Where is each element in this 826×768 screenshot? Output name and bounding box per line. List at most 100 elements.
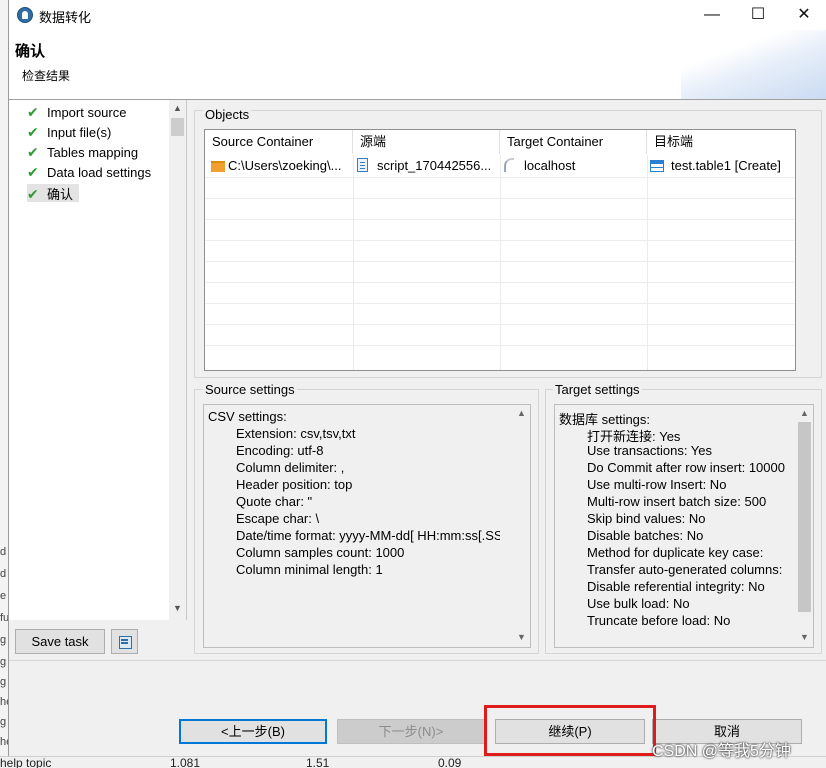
objects-table[interactable]: Source Container 源端 Target Container 目标端…: [204, 129, 796, 371]
table-cell[interactable]: test.table1 [Create]: [671, 155, 795, 177]
close-button[interactable]: ✕: [781, 0, 826, 30]
scroll-up-icon[interactable]: ▲: [513, 405, 530, 422]
table-icon: [650, 160, 664, 172]
task-config-icon[interactable]: [111, 629, 138, 654]
settings-line: Multi-row insert batch size: 500: [587, 494, 767, 509]
scroll-down-icon[interactable]: ▼: [513, 629, 530, 646]
folder-icon: [211, 161, 225, 172]
background-row-value: 1.51: [306, 756, 330, 768]
minimize-button[interactable]: —: [689, 0, 735, 30]
background-row-value: 0.09: [438, 756, 462, 768]
source-settings-scrollbar[interactable]: ▲ ▼: [513, 405, 530, 647]
settings-line: Transfer auto-generated columns:: [587, 562, 783, 577]
column-header[interactable]: 目标端: [647, 130, 795, 154]
source-settings-label: Source settings: [203, 382, 297, 397]
column-header[interactable]: Target Container: [500, 130, 647, 154]
nav-item-import-source[interactable]: ✔ Import source: [27, 104, 126, 122]
grid-line: [205, 240, 795, 241]
settings-line: Truncate before load: No: [587, 613, 731, 628]
settings-line: Header position: top: [236, 477, 353, 492]
nav-item-label: Data load settings: [47, 165, 152, 180]
source-settings-text[interactable]: CSV settings: Extension: csv,tsv,txt Enc…: [203, 404, 531, 648]
objects-group-label: Objects: [203, 107, 252, 122]
settings-line: Disable referential integrity: No: [587, 579, 765, 594]
settings-line: Quote char: ": [236, 494, 313, 509]
next-button[interactable]: 下一步(N)>: [337, 719, 485, 744]
settings-line: Use bulk load: No: [587, 596, 690, 611]
grid-line: [500, 155, 501, 370]
grid-line: [205, 198, 795, 199]
settings-line: Disable batches: No: [587, 528, 704, 543]
column-header[interactable]: Source Container: [205, 130, 353, 154]
grid-line: [353, 155, 354, 370]
scroll-down-icon[interactable]: ▼: [796, 629, 813, 646]
page-header: 确认 检查结果: [9, 30, 826, 100]
page-subtitle: 检查结果: [22, 69, 71, 83]
settings-line: Use transactions: Yes: [587, 443, 713, 458]
window-title: 数据转化: [39, 10, 92, 25]
settings-line: Do Commit after row insert: 10000: [587, 460, 785, 475]
nav-item-label: Import source: [47, 105, 127, 120]
grid-line: [205, 177, 795, 178]
table-cell[interactable]: C:\Users\zoeking\...: [228, 155, 350, 177]
target-settings-label: Target settings: [553, 382, 642, 397]
check-icon: ✔: [27, 164, 39, 180]
target-settings-scrollbar[interactable]: ▲ ▼: [796, 405, 813, 647]
nav-item-label: 确认: [47, 187, 74, 202]
settings-line: Escape char: \: [236, 511, 320, 526]
nav-item-label: Tables mapping: [47, 145, 139, 160]
check-icon: ✔: [27, 144, 39, 160]
table-cell[interactable]: script_170442556...: [377, 155, 497, 177]
main-content: Objects Source Container 源端 Target Conta…: [189, 100, 826, 658]
nav-item-data-load-settings[interactable]: ✔ Data load settings: [27, 164, 151, 182]
back-button[interactable]: <上一步(B): [179, 719, 327, 744]
check-icon: ✔: [27, 104, 39, 120]
settings-line: Skip bind values: No: [587, 511, 706, 526]
settings-line: Column samples count: 1000: [236, 545, 405, 560]
background-row-value: 1.081: [170, 756, 201, 768]
nav-item-confirm[interactable]: ✔ 确认: [27, 184, 80, 202]
settings-line: Extension: csv,tsv,txt: [236, 426, 356, 441]
scroll-down-icon[interactable]: ▼: [169, 600, 186, 617]
maximize-button[interactable]: ☐: [735, 0, 781, 30]
settings-line: Column minimal length: 1: [236, 562, 383, 577]
scroll-up-icon[interactable]: ▲: [169, 100, 186, 117]
grid-line: [647, 155, 648, 370]
settings-line: Use multi-row Insert: No: [587, 477, 727, 492]
nav-item-tables-mapping[interactable]: ✔ Tables mapping: [27, 144, 138, 162]
background-row-label: help topic: [0, 756, 52, 768]
page-title: 确认: [15, 43, 46, 60]
save-task-button[interactable]: Save task: [15, 629, 105, 654]
script-file-icon: [357, 158, 368, 172]
scroll-thumb[interactable]: [798, 422, 811, 612]
settings-line: Encoding: utf-8: [236, 443, 324, 458]
watermark: CSDN @等我5分钟: [652, 743, 791, 760]
target-settings-text[interactable]: 数据库 settings: 打开新连接: Yes Use transaction…: [554, 404, 814, 648]
check-icon: ✔: [27, 186, 39, 202]
nav-scrollbar[interactable]: ▲ ▼: [169, 100, 186, 620]
scroll-up-icon[interactable]: ▲: [796, 405, 813, 422]
data-transfer-dialog: 数据转化 — ☐ ✕ 确认 检查结果 ✔ Import source ✔ Input…: [8, 0, 826, 756]
app-icon: [17, 7, 33, 23]
nav-item-label: Input file(s): [47, 125, 112, 140]
title-bar: 数据转化 — ☐ ✕: [9, 0, 826, 30]
column-header[interactable]: 源端: [353, 130, 500, 154]
check-icon: ✔: [27, 124, 39, 140]
grid-line: [205, 303, 795, 304]
step-navigation: ✔ Import source ✔ Input file(s) ✔ Tables ma…: [9, 100, 187, 620]
connection-icon: [504, 158, 514, 172]
grid-line: [205, 324, 795, 325]
grid-line: [205, 345, 795, 346]
settings-heading: CSV settings:: [208, 409, 287, 424]
button-row-separator: [9, 660, 826, 661]
grid-line: [205, 282, 795, 283]
settings-line: Method for duplicate key case:: [587, 545, 764, 560]
highlight-annotation: [484, 705, 656, 756]
scroll-thumb[interactable]: [171, 118, 184, 136]
header-decoration: [681, 30, 826, 99]
nav-item-input-files[interactable]: ✔ Input file(s): [27, 124, 111, 142]
table-cell[interactable]: localhost: [524, 155, 644, 177]
settings-line: Column delimiter: ,: [236, 460, 345, 475]
grid-line: [205, 219, 795, 220]
settings-line: Date/time format: yyyy-MM-dd[ HH:mm:ss[.…: [236, 528, 500, 543]
